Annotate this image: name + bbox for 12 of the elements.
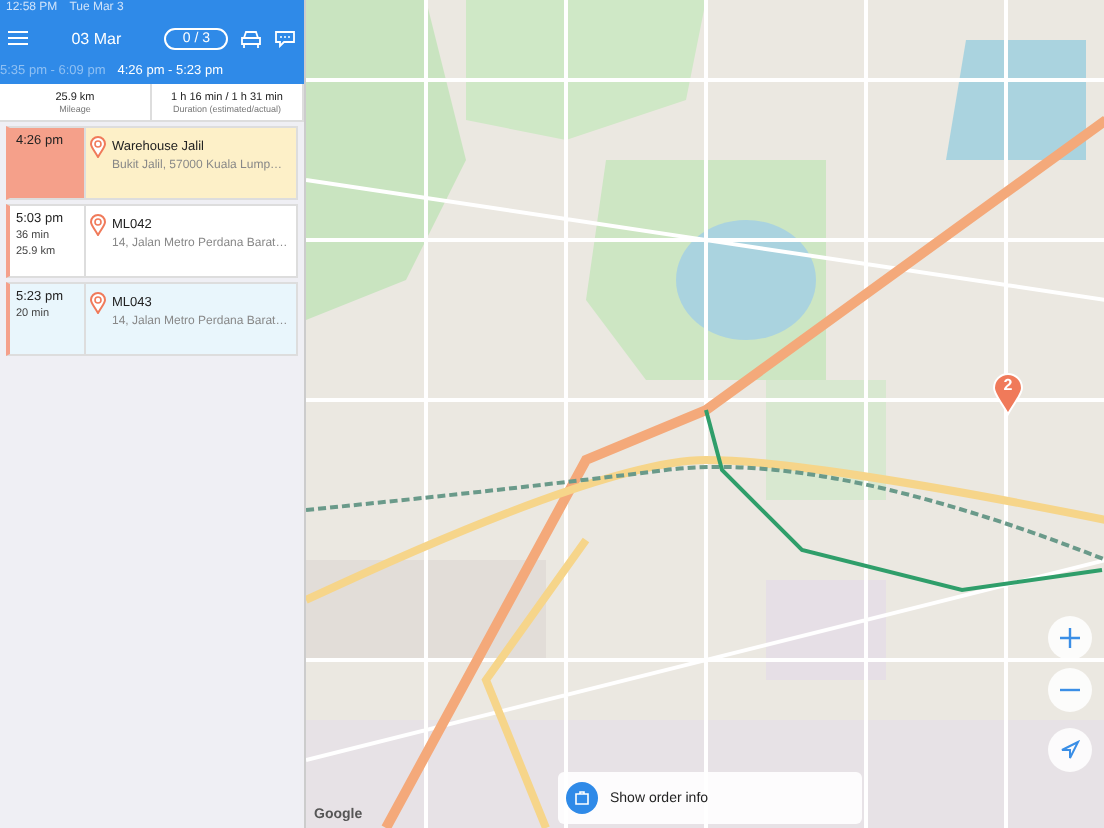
map-pin-icon[interactable] xyxy=(992,372,1024,416)
chat-icon[interactable] xyxy=(274,29,296,47)
pin-label: 2 xyxy=(1001,376,1015,394)
pin-icon xyxy=(90,214,106,236)
car-icon[interactable] xyxy=(240,29,262,47)
pin-icon xyxy=(90,292,106,314)
menu-icon[interactable] xyxy=(8,30,28,46)
navigation-arrow-icon xyxy=(1060,740,1080,760)
header-date: 03 Mar xyxy=(69,29,124,47)
plus-icon xyxy=(1060,628,1080,648)
bag-icon xyxy=(574,790,590,806)
pin-icon xyxy=(90,136,106,158)
